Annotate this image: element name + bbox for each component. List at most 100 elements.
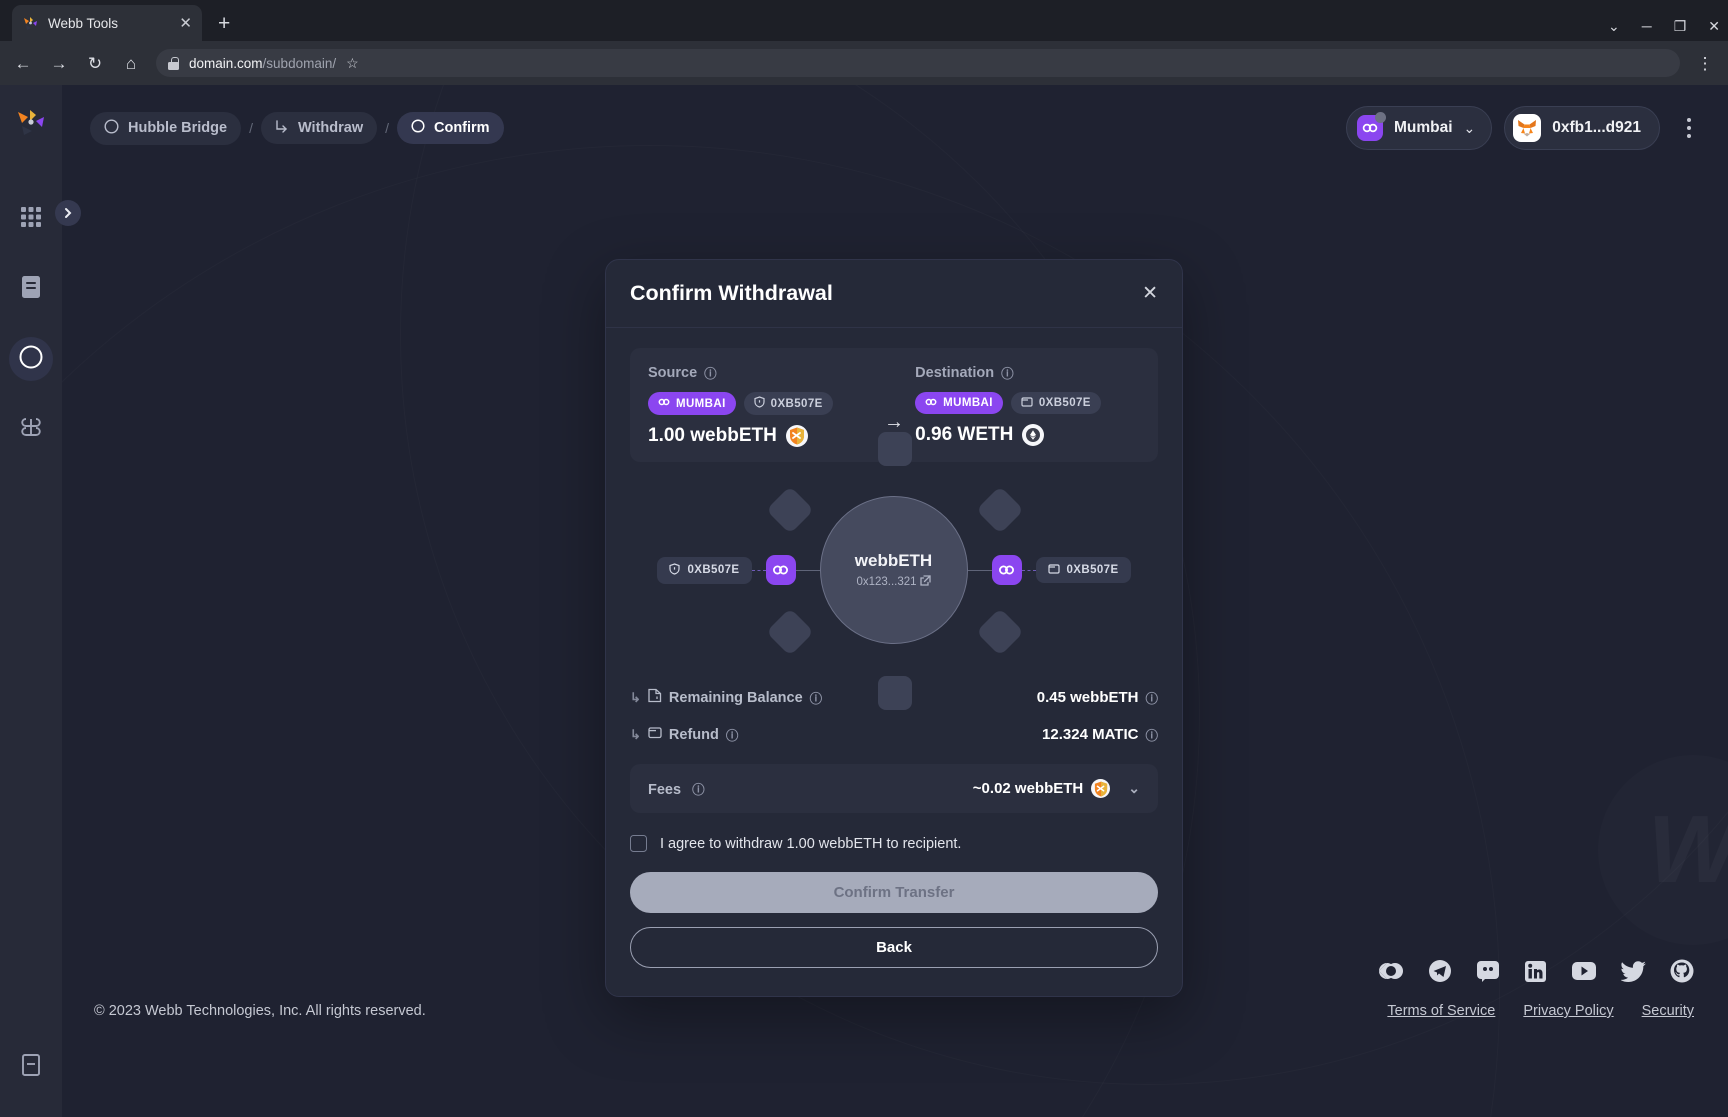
destination-address-chip[interactable]: 0XB507E bbox=[1010, 392, 1101, 414]
webb-watermark: W bbox=[1598, 755, 1728, 945]
chevron-down-icon[interactable]: ⌄ bbox=[1608, 19, 1620, 33]
footer-link-terms[interactable]: Terms of Service bbox=[1387, 1003, 1495, 1019]
destination-chips: MUMBAI 0XB507E bbox=[915, 392, 1140, 414]
info-icon[interactable]: ⓘ bbox=[726, 725, 739, 744]
new-tab-button[interactable]: + bbox=[218, 13, 230, 34]
chevron-down-icon[interactable]: ⌄ bbox=[1128, 781, 1140, 796]
top-bar: Hubble Bridge / Withdraw / Confirm Mumba… bbox=[62, 85, 1728, 171]
breadcrumb-separator: / bbox=[385, 120, 389, 136]
diagram-bridge-node-left[interactable] bbox=[765, 555, 796, 585]
fees-value: ~0.02 webbETH bbox=[972, 780, 1084, 797]
chip-label: 0XB507E bbox=[770, 397, 823, 410]
tangle-icon bbox=[18, 416, 44, 443]
reload-icon[interactable]: ↻ bbox=[84, 55, 106, 72]
sidebar-item-bridge[interactable] bbox=[9, 337, 53, 381]
footer-link-security[interactable]: Security bbox=[1642, 1003, 1694, 1019]
commit-icon[interactable] bbox=[1378, 961, 1404, 981]
maximize-icon[interactable]: ❐ bbox=[1674, 19, 1687, 33]
sidebar-expand-button[interactable] bbox=[55, 200, 81, 226]
source-label-row: Source ⓘ bbox=[648, 363, 873, 382]
chain-selector[interactable]: Mumbai ⌄ bbox=[1345, 106, 1493, 150]
browser-tab[interactable]: Webb Tools ✕ bbox=[12, 5, 202, 41]
sidebar-item-docs[interactable] bbox=[9, 1045, 53, 1089]
sidebar-item-hubble-apps[interactable] bbox=[9, 197, 53, 241]
wallet-button[interactable]: 0xfb1...d921 bbox=[1504, 106, 1660, 150]
browser-menu-icon[interactable]: ⋮ bbox=[1694, 55, 1716, 72]
refund-row: ↳ Refund ⓘ 12.324 MATIC ⓘ bbox=[630, 725, 1158, 744]
twitter-icon[interactable] bbox=[1621, 960, 1646, 982]
more-options-button[interactable] bbox=[1676, 118, 1702, 138]
minimize-icon[interactable]: ─ bbox=[1642, 19, 1652, 33]
shield-icon bbox=[669, 562, 681, 578]
destination-label-row: Destination ⓘ bbox=[915, 363, 1140, 382]
address-input[interactable]: domain.com/subdomain/ ☆ bbox=[156, 49, 1680, 77]
forward-icon[interactable]: → bbox=[48, 55, 70, 72]
info-icon[interactable]: ⓘ bbox=[704, 363, 717, 382]
remaining-balance-value: 0.45 webbETH bbox=[1036, 689, 1139, 706]
sidebar-item-statistics[interactable] bbox=[9, 267, 53, 311]
bookmark-star-icon[interactable]: ☆ bbox=[346, 56, 359, 70]
youtube-icon[interactable] bbox=[1571, 961, 1597, 981]
close-icon[interactable]: ✕ bbox=[179, 16, 192, 31]
diagram-destination-chip[interactable]: 0XB507E bbox=[1035, 557, 1131, 583]
chip-label: MUMBAI bbox=[676, 397, 726, 410]
breadcrumb-item-withdraw[interactable]: Withdraw bbox=[260, 112, 378, 144]
home-icon[interactable]: ⌂ bbox=[120, 55, 142, 72]
wallet-icon bbox=[648, 726, 662, 743]
copyright-text: © 2023 Webb Technologies, Inc. All right… bbox=[94, 1003, 426, 1019]
chip-label: MUMBAI bbox=[943, 397, 993, 409]
info-icon[interactable]: ⓘ bbox=[1001, 363, 1014, 382]
footer-link-privacy[interactable]: Privacy Policy bbox=[1523, 1003, 1613, 1019]
source-chain-chip[interactable]: MUMBAI bbox=[648, 392, 736, 415]
chip-label: 0XB507E bbox=[687, 564, 740, 576]
info-icon[interactable]: ⓘ bbox=[1145, 725, 1158, 744]
close-icon[interactable]: ✕ bbox=[1142, 284, 1158, 303]
fees-value-group: ~0.02 webbETH ⌄ bbox=[973, 779, 1140, 798]
discord-icon[interactable] bbox=[1476, 959, 1500, 983]
sidebar bbox=[0, 85, 62, 1117]
linkedin-icon[interactable] bbox=[1524, 960, 1547, 983]
webb-logo[interactable] bbox=[15, 107, 47, 139]
lock-icon bbox=[168, 56, 179, 70]
confirm-transfer-button[interactable]: Confirm Transfer bbox=[630, 872, 1158, 913]
webb-token-icon bbox=[1091, 779, 1111, 798]
breadcrumb-item-hubble-bridge[interactable]: Hubble Bridge bbox=[90, 111, 242, 145]
breadcrumb-label: Withdraw bbox=[297, 120, 364, 136]
destination-label: Destination bbox=[915, 364, 995, 381]
topbar-actions: Mumbai ⌄ 0xfb1...d921 bbox=[1345, 106, 1702, 150]
info-icon[interactable]: ⓘ bbox=[1145, 688, 1158, 707]
url-text: domain.com/subdomain/ bbox=[189, 56, 336, 71]
fees-label: Fees bbox=[648, 782, 682, 798]
chevron-down-icon[interactable]: ⌄ bbox=[1464, 120, 1476, 135]
breadcrumb-separator: / bbox=[249, 120, 253, 136]
arrow-down-right-icon bbox=[275, 119, 289, 137]
polygon-icon bbox=[1356, 112, 1386, 141]
browser-chrome: Webb Tools ✕ + ⌄ ─ ❐ ✕ ← → ↻ ⌂ domain.co… bbox=[0, 0, 1728, 85]
book-icon bbox=[20, 1053, 42, 1082]
fees-row[interactable]: Fees ⓘ ~0.02 webbETH ⌄ bbox=[630, 764, 1158, 813]
polygon-icon bbox=[658, 397, 670, 410]
diagram-bridge-node-right[interactable] bbox=[991, 555, 1022, 585]
breadcrumb-item-confirm[interactable]: Confirm bbox=[397, 112, 504, 144]
window-close-icon[interactable]: ✕ bbox=[1708, 19, 1720, 33]
destination-chain-chip[interactable]: MUMBAI bbox=[915, 392, 1003, 414]
arrow-in-icon: ↳ bbox=[630, 689, 641, 705]
breadcrumb-label: Hubble Bridge bbox=[128, 120, 228, 136]
wallet-address: 0xfb1...d921 bbox=[1552, 119, 1641, 136]
fees-lead: Fees ⓘ bbox=[648, 779, 705, 798]
diagram-source-chip[interactable]: 0XB507E bbox=[657, 556, 752, 584]
info-icon[interactable]: ⓘ bbox=[692, 783, 705, 797]
confirm-withdrawal-modal: Confirm Withdrawal ✕ Source ⓘ MUMBAI 0XB… bbox=[605, 259, 1183, 997]
back-button[interactable]: Back bbox=[630, 927, 1158, 968]
sidebar-item-tangle[interactable] bbox=[9, 407, 53, 451]
url-actions: ☆ bbox=[346, 56, 359, 70]
polygon-icon bbox=[925, 397, 937, 410]
url-domain: domain.com bbox=[189, 55, 263, 71]
source-address-chip[interactable]: 0XB507E bbox=[743, 392, 833, 415]
telegram-icon[interactable] bbox=[1428, 959, 1452, 983]
window-controls: ⌄ ─ ❐ ✕ bbox=[1608, 19, 1720, 33]
chip-label: 0XB507E bbox=[1038, 397, 1091, 409]
github-icon[interactable] bbox=[1670, 959, 1694, 983]
agree-checkbox[interactable] bbox=[630, 835, 647, 852]
back-icon[interactable]: ← bbox=[12, 55, 34, 72]
